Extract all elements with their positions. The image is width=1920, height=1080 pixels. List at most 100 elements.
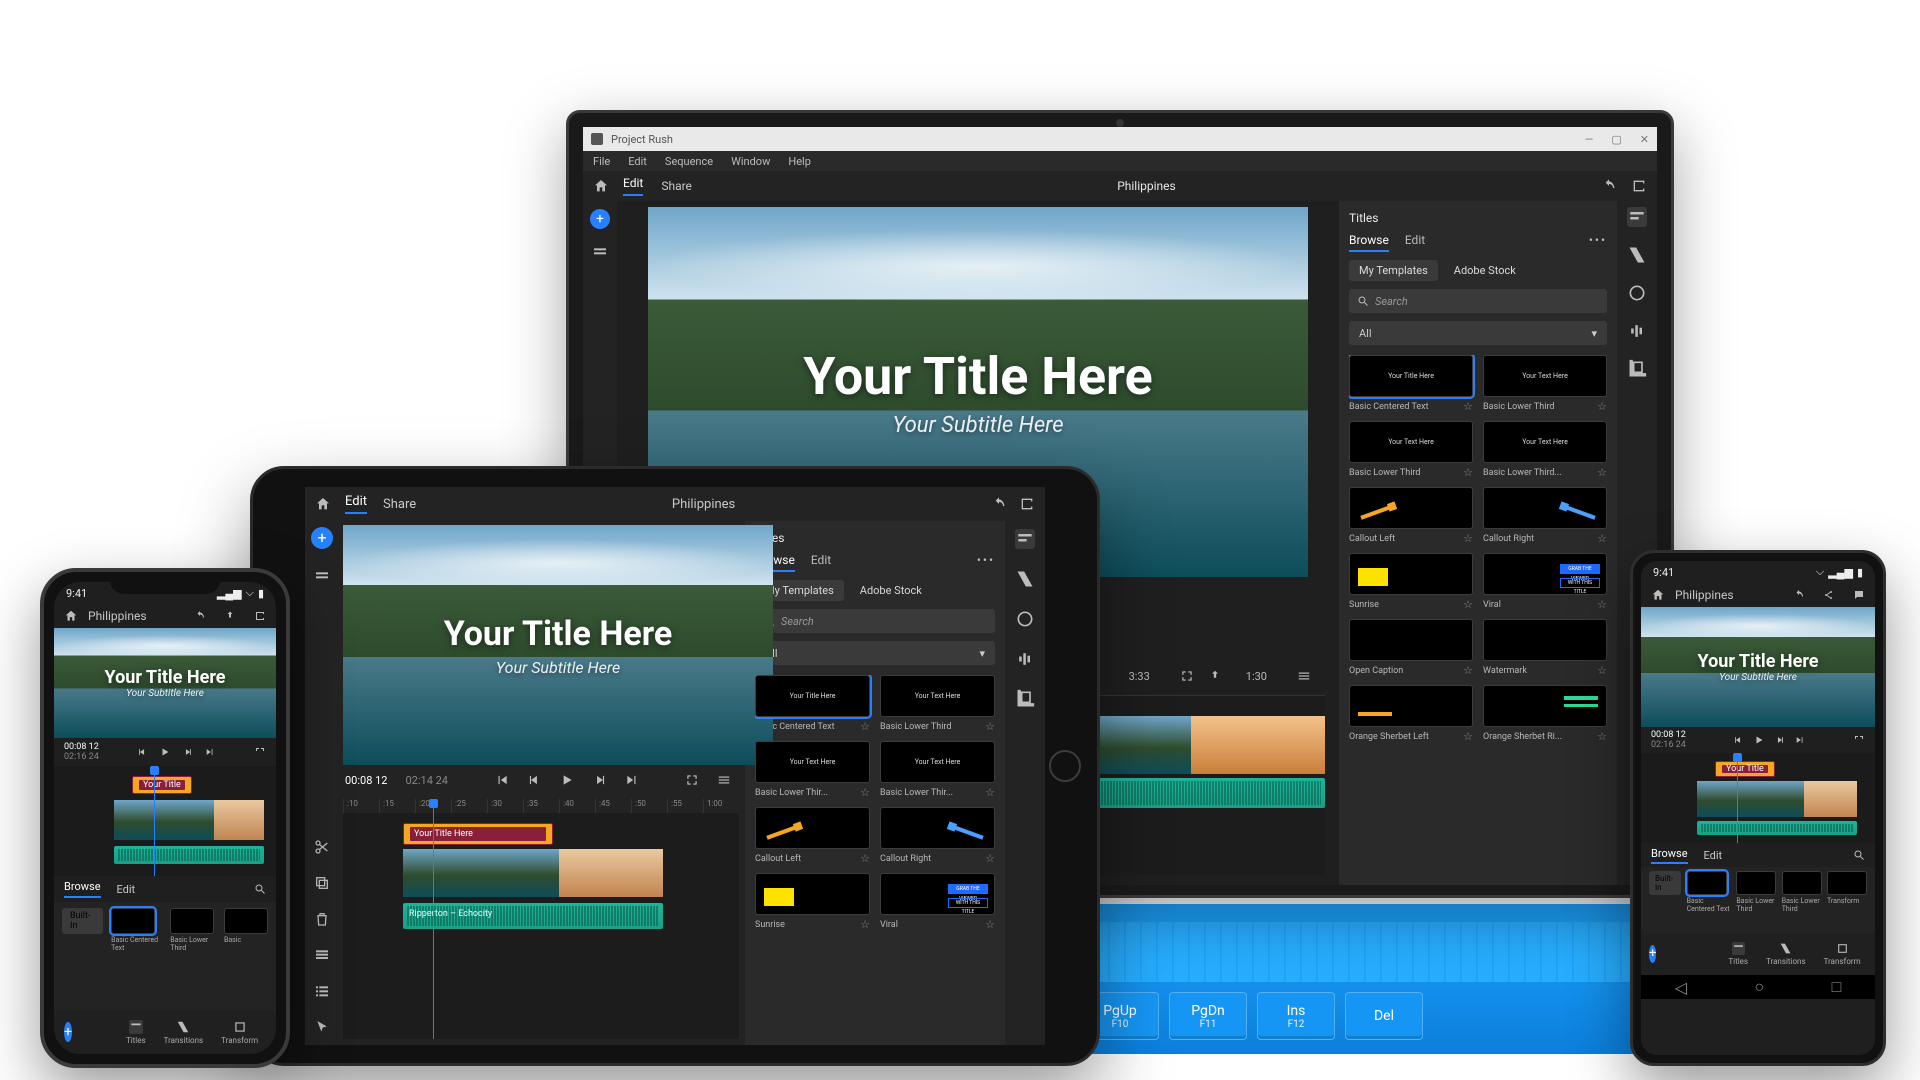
template-thumb[interactable] [1349,685,1473,727]
chip-builtin[interactable]: Built-In [62,908,103,934]
template-item[interactable]: Watermark☆ [1483,619,1607,677]
template-item[interactable]: GRAB THE VIEWERWITH THIS TITLEViral☆ [1483,553,1607,611]
chip-adobe-stock[interactable]: Adobe Stock [850,580,932,601]
template-item[interactable]: Basic Lower Third [170,908,218,952]
add-media-button[interactable]: + [1649,945,1656,963]
tracks-icon[interactable] [314,947,330,963]
share-icon[interactable] [1631,178,1647,194]
color-tool-icon[interactable] [1015,609,1035,629]
template-thumb[interactable] [755,807,870,849]
more-icon[interactable]: ••• [977,553,995,572]
share-icon[interactable] [254,610,266,622]
close-icon[interactable]: ✕ [1640,133,1649,146]
audio-tool-icon[interactable] [1015,649,1035,669]
template-item[interactable]: Basic Lower Third [1782,871,1822,913]
play-icon[interactable] [159,746,171,758]
step-back-icon[interactable] [527,773,541,787]
template-thumb[interactable]: Your Text Here [880,741,995,783]
menu-sequence[interactable]: Sequence [665,155,713,168]
search-icon[interactable] [1853,849,1865,861]
home-icon[interactable] [315,496,331,512]
crop-tool-icon[interactable] [1015,689,1035,709]
undo-icon[interactable] [991,496,1007,512]
template-item[interactable]: Your Text HereBasic Lower Third☆ [1483,355,1607,413]
template-item[interactable]: Callout Left☆ [1349,487,1473,545]
template-thumb[interactable]: Your Text Here [1483,421,1607,463]
tab-transitions[interactable]: Transitions [1766,942,1806,966]
chat-icon[interactable] [1853,589,1865,601]
template-thumb[interactable] [1483,619,1607,661]
template-thumb[interactable] [1349,487,1473,529]
panel-tab-edit[interactable]: Edit [117,883,136,896]
favorite-icon[interactable]: ☆ [985,720,995,733]
template-item[interactable]: Your Text HereBasic Lower Third...☆ [1483,421,1607,479]
settings-icon[interactable] [717,773,731,787]
chip-my-templates[interactable]: My Templates [1349,260,1438,281]
favorite-icon[interactable]: ☆ [1463,664,1473,677]
step-fwd-icon[interactable] [183,747,193,757]
template-thumb[interactable]: Your Text Here [755,741,870,783]
scissors-icon[interactable] [314,839,330,855]
duplicate-icon[interactable] [314,875,330,891]
template-item[interactable]: Your Text HereBasic Lower Third☆ [1349,421,1473,479]
trash-icon[interactable] [314,911,330,927]
favorite-icon[interactable]: ☆ [1463,730,1473,743]
template-thumb[interactable]: Your Text Here [880,675,995,717]
transitions-tool-icon[interactable] [1015,569,1035,589]
favorite-icon[interactable]: ☆ [1597,598,1607,611]
template-thumb[interactable] [111,908,155,934]
skip-end-icon[interactable] [205,747,215,757]
timeline[interactable]: :10:15:20:25:30:35:40:45:50:551:00 Your … [343,799,739,1039]
template-item[interactable]: Basic [224,908,268,952]
chip-builtin[interactable]: Built-In [1649,871,1681,895]
template-thumb[interactable] [880,807,995,849]
template-item[interactable]: Callout Left☆ [755,807,870,865]
skip-start-icon[interactable] [495,773,509,787]
home-button[interactable] [1049,750,1081,782]
template-thumb[interactable] [170,908,214,934]
home-icon[interactable]: ○ [1754,977,1764,997]
titles-tool-icon[interactable] [1015,529,1035,549]
panel-tab-browse[interactable]: Browse [1349,233,1389,252]
tab-edit[interactable]: Edit [345,494,367,514]
skip-end-icon[interactable] [625,773,639,787]
tab-titles[interactable]: Titles [126,1020,146,1045]
favorite-icon[interactable]: ☆ [1597,400,1607,413]
template-thumb[interactable]: GRAB THE VIEWERWITH THIS TITLE [880,873,995,915]
favorite-icon[interactable]: ☆ [1597,532,1607,545]
add-media-button[interactable]: + [311,527,333,549]
template-thumb[interactable] [1349,553,1473,595]
video-preview[interactable]: Your Title Here Your Subtitle Here [1641,607,1875,727]
back-icon[interactable]: ◁ [1675,978,1687,997]
template-item[interactable]: Your Text HereBasic Lower Third☆ [880,675,995,733]
tab-titles[interactable]: Titles [1728,942,1748,966]
skip-end-icon[interactable] [1795,735,1805,745]
titles-tool-icon[interactable] [1627,207,1647,227]
export-icon[interactable] [1208,669,1222,683]
favorite-icon[interactable]: ☆ [985,852,995,865]
pointer-icon[interactable] [314,1019,330,1035]
settings-icon[interactable] [1297,669,1311,683]
favorite-icon[interactable]: ☆ [1463,400,1473,413]
keyboard-key[interactable]: PgDnF11 [1169,992,1247,1040]
recent-icon[interactable]: □ [1832,977,1842,997]
color-tool-icon[interactable] [1627,283,1647,303]
favorite-icon[interactable]: ☆ [1597,466,1607,479]
template-item[interactable]: Transform [1827,871,1867,913]
home-icon[interactable] [593,178,609,194]
template-thumb[interactable] [1827,871,1867,895]
timeline[interactable]: Your Title [54,766,276,876]
export-icon[interactable] [224,610,236,622]
play-icon[interactable] [1753,734,1765,746]
favorite-icon[interactable]: ☆ [860,720,870,733]
panel-tab-edit[interactable]: Edit [1405,233,1425,252]
menu-window[interactable]: Window [731,155,770,168]
audio-tool-icon[interactable] [1627,321,1647,341]
template-thumb[interactable] [1687,871,1727,895]
template-item[interactable]: Your Title HereBasic Centered Text☆ [1349,355,1473,413]
template-thumb[interactable]: Your Text Here [1349,421,1473,463]
favorite-icon[interactable]: ☆ [860,786,870,799]
favorite-icon[interactable]: ☆ [985,918,995,931]
template-thumb[interactable] [1782,871,1822,895]
share-icon[interactable] [1823,589,1835,601]
